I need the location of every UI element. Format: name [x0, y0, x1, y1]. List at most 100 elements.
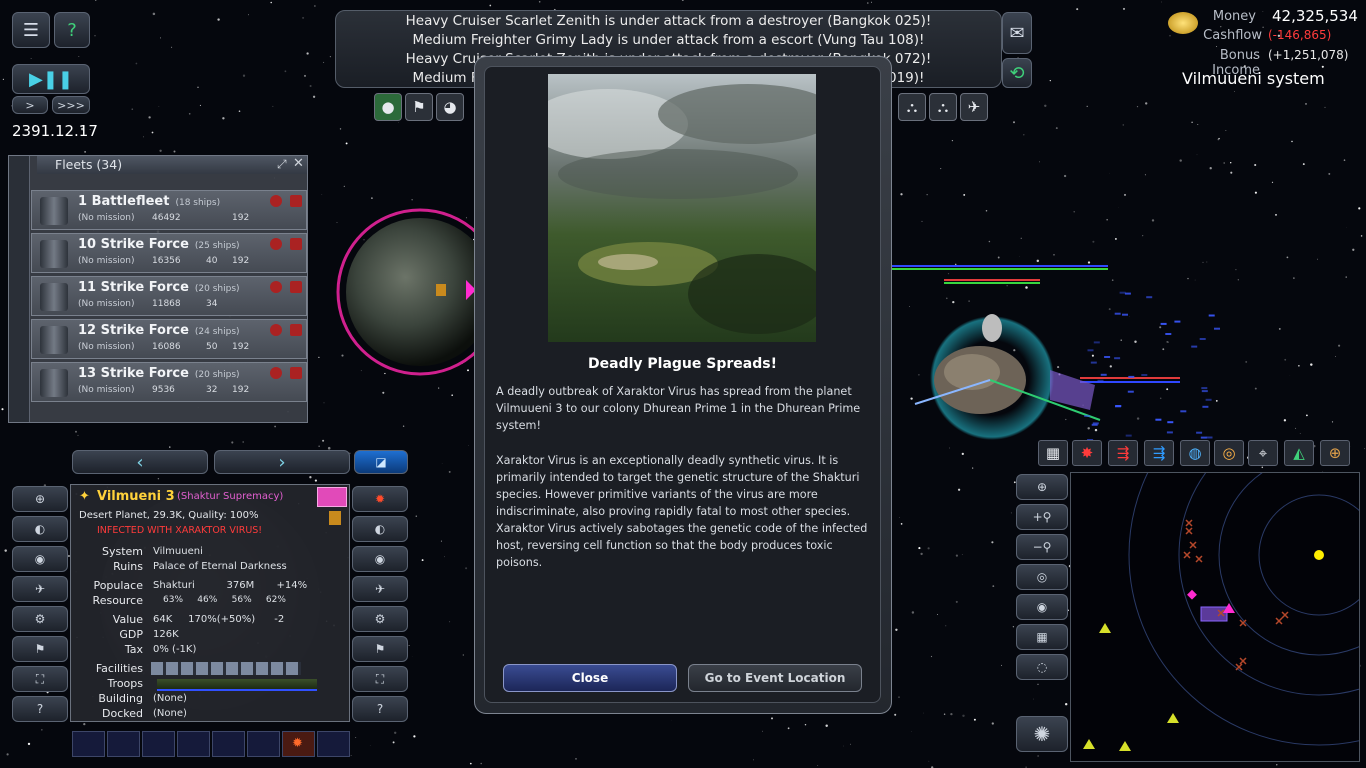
- info-button[interactable]: ?: [12, 696, 68, 722]
- target-icon[interactable]: [270, 195, 282, 207]
- expand-icon: ◪: [375, 455, 387, 469]
- build-slot[interactable]: [247, 731, 280, 757]
- fleet-row[interactable]: 1 Battlefleet (18 ships) (No mission) 464…: [31, 190, 307, 230]
- zoom-region-button[interactable]: ▦: [1016, 624, 1068, 650]
- maximize-icon[interactable]: ⤢: [277, 157, 287, 172]
- empire-icon[interactable]: ●: [374, 93, 402, 121]
- event-paragraph: Xaraktor Virus is an exceptionally deadl…: [496, 454, 868, 569]
- system-value[interactable]: Vilmuueni: [153, 546, 203, 557]
- tax-label: Tax: [124, 643, 143, 656]
- alert-icon[interactable]: [290, 324, 302, 336]
- build-slot[interactable]: [142, 731, 175, 757]
- go-to-event-location-button[interactable]: Go to Event Location: [688, 664, 862, 692]
- fleet-row[interactable]: 11 Strike Force (20 ships) (No mission) 1…: [31, 276, 307, 316]
- fleet-row[interactable]: 10 Strike Force (25 ships) (No mission) 1…: [31, 233, 307, 273]
- fleet-panel[interactable]: Fleets (34) ⤢ ✕ 1 Battlefleet (18 ships) …: [8, 155, 308, 423]
- alert-icon[interactable]: [290, 281, 302, 293]
- zoom-sector-button[interactable]: ◉: [1016, 594, 1068, 620]
- system-label: System: [101, 545, 143, 558]
- view-right-button[interactable]: ◉: [352, 546, 408, 572]
- build-slot[interactable]: [212, 731, 245, 757]
- ship-type-icon[interactable]: ✈: [960, 93, 988, 121]
- alert-icon[interactable]: [290, 195, 302, 207]
- fleet-row[interactable]: 12 Strike Force (24 ships) (No mission) 1…: [31, 319, 307, 359]
- message-history-button[interactable]: ⟲: [1002, 58, 1032, 88]
- build-button[interactable]: ⚙: [12, 606, 68, 632]
- message-line[interactable]: Medium Freighter Grimy Lady is under att…: [336, 31, 1001, 50]
- zoom-galaxy-button[interactable]: ◌: [1016, 654, 1068, 680]
- map-globe-icon[interactable]: ⊕: [1320, 440, 1350, 466]
- speed-fast-button[interactable]: >>>: [52, 96, 90, 114]
- ship-type-icon[interactable]: ⛬: [929, 93, 957, 121]
- zoom-minus-button[interactable]: −⚲: [1016, 534, 1068, 560]
- help-button[interactable]: ?: [54, 12, 90, 48]
- radar-icon[interactable]: ◭: [1284, 440, 1314, 466]
- speed-normal-button[interactable]: >: [12, 96, 48, 114]
- magnifier-icon: ⊕: [1036, 480, 1048, 494]
- expand-panel-button[interactable]: ◪: [354, 450, 408, 474]
- planets-list-button[interactable]: ◐: [12, 516, 68, 542]
- build-slot[interactable]: [317, 731, 350, 757]
- envelope-icon: ✉: [1009, 22, 1025, 44]
- expansion-icon[interactable]: ◕: [436, 93, 464, 121]
- previous-planet-button[interactable]: ‹: [72, 450, 208, 474]
- fleet-mission: (No mission): [78, 385, 135, 395]
- message-open-button[interactable]: ✉: [1002, 12, 1032, 54]
- planets-list-right-button[interactable]: ◐: [352, 516, 408, 542]
- gate-icon[interactable]: ▦: [1038, 440, 1068, 466]
- zoom-in-button[interactable]: ⊕: [1016, 474, 1068, 500]
- close-button[interactable]: Close: [503, 664, 677, 692]
- galaxy-map-button[interactable]: ✺: [1016, 716, 1068, 752]
- ship-type-icon[interactable]: ⛬: [898, 93, 926, 121]
- telescope-icon[interactable]: ⌖: [1248, 440, 1278, 466]
- minimap-star[interactable]: [1314, 550, 1324, 560]
- view-button[interactable]: ◉: [12, 546, 68, 572]
- fleet-filter-sidebar[interactable]: [9, 156, 30, 422]
- facilities-icons[interactable]: [151, 662, 301, 675]
- planet-panel[interactable]: ✦ Vilmueni 3 (Shaktur Supremacy) Desert …: [70, 484, 350, 722]
- ships-right-button[interactable]: ✈: [352, 576, 408, 602]
- fleet-mission: (No mission): [78, 213, 135, 223]
- attack-route-icon[interactable]: ⇶: [1108, 440, 1138, 466]
- eye-icon: ◉: [374, 552, 386, 566]
- flag-button[interactable]: ⚑: [12, 636, 68, 662]
- fleet-range: 192: [232, 342, 250, 352]
- target-icon[interactable]: [270, 324, 282, 336]
- alert-icon[interactable]: [290, 367, 302, 379]
- info-right-button[interactable]: ?: [352, 696, 408, 722]
- build-slot[interactable]: [177, 731, 210, 757]
- message-line[interactable]: Heavy Cruiser Scarlet Zenith is under at…: [336, 12, 1001, 31]
- build-slot[interactable]: [72, 731, 105, 757]
- build-slot-active[interactable]: ✹: [282, 731, 315, 757]
- target-icon[interactable]: [270, 281, 282, 293]
- play-pause-button[interactable]: ▶❚❚: [12, 64, 90, 94]
- globe-icon[interactable]: ◍: [1180, 440, 1210, 466]
- space-battle[interactable]: [892, 265, 1220, 442]
- fleet-ship-icon: [40, 197, 68, 225]
- minimap[interactable]: [1070, 472, 1360, 762]
- troops-button[interactable]: ⛶: [12, 666, 68, 692]
- zoom-planet-button[interactable]: ✹: [352, 486, 408, 512]
- menu-button[interactable]: ☰: [12, 12, 50, 48]
- move-route-icon[interactable]: ⇶: [1144, 440, 1174, 466]
- fleet-row[interactable]: 13 Strike Force (20 ships) (No mission) 9…: [31, 362, 307, 402]
- troops-right-button[interactable]: ⛶: [352, 666, 408, 692]
- minimap-selection[interactable]: [1200, 606, 1228, 622]
- select-planet-button[interactable]: ⊕: [12, 486, 68, 512]
- close-icon[interactable]: ✕: [293, 156, 304, 171]
- next-planet-button[interactable]: ›: [214, 450, 350, 474]
- fleet-strength: 16356: [152, 256, 181, 266]
- target-icon[interactable]: [270, 367, 282, 379]
- build-slot[interactable]: [107, 731, 140, 757]
- galaxy-icon[interactable]: ◎: [1214, 440, 1244, 466]
- zoom-plus-button[interactable]: +⚲: [1016, 504, 1068, 530]
- docked-value: (None): [153, 708, 187, 719]
- target-icon[interactable]: [270, 238, 282, 250]
- zoom-system-button[interactable]: ◎: [1016, 564, 1068, 590]
- mine-icon[interactable]: ✸: [1072, 440, 1102, 466]
- build-right-button[interactable]: ⚙: [352, 606, 408, 632]
- designs-icon[interactable]: ⚑: [405, 93, 433, 121]
- alert-icon[interactable]: [290, 238, 302, 250]
- ships-button[interactable]: ✈: [12, 576, 68, 602]
- flag-right-button[interactable]: ⚑: [352, 636, 408, 662]
